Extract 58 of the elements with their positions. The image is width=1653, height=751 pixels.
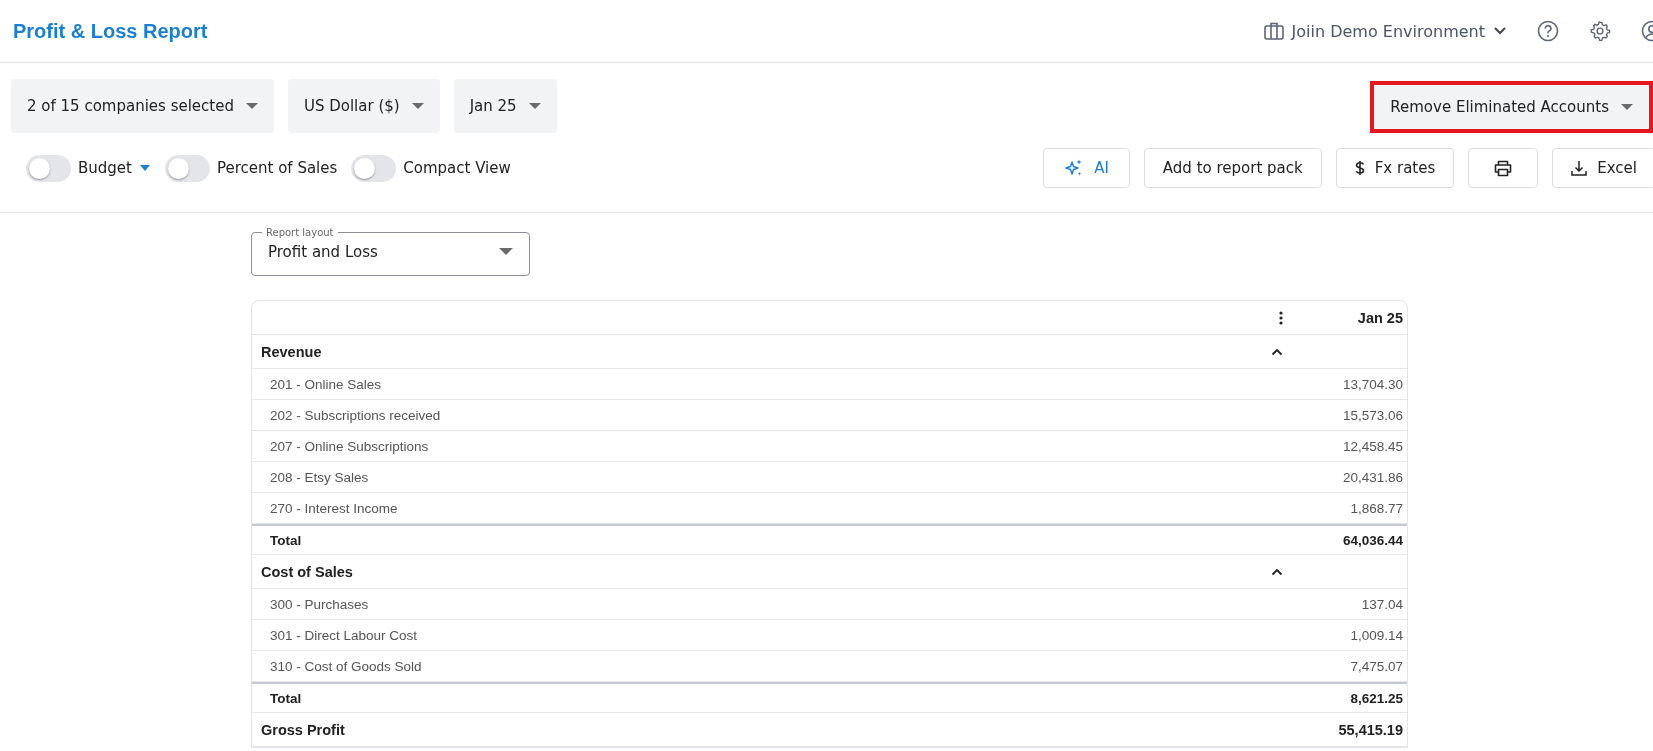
printer-icon: [1494, 159, 1513, 177]
excel-download-button[interactable]: Excel: [1552, 148, 1653, 188]
total-label: Total: [269, 532, 303, 548]
field-value: Profit and Loss: [268, 242, 378, 261]
account-name: 270 - Interest Income: [269, 500, 399, 516]
chevron-up-icon[interactable]: [1271, 347, 1283, 356]
summary-label: Gross Profit: [261, 721, 346, 738]
section-title: Revenue: [261, 343, 323, 360]
account-name: 301 - Direct Labour Cost: [269, 627, 419, 643]
more-options-icon[interactable]: [1279, 310, 1283, 325]
account-name: 202 - Subscriptions received: [269, 407, 442, 423]
help-icon[interactable]: [1537, 20, 1559, 42]
dollar-icon: [1354, 160, 1365, 176]
amount-cell-text: 13,704.30: [1341, 376, 1403, 392]
account-name: 300 - Purchases: [269, 596, 370, 612]
account-name: 207 - Online Subscriptions: [269, 438, 430, 454]
caret-icon: [499, 248, 513, 255]
summary-amount: 55,415.19: [1337, 721, 1403, 738]
toggle-label: Percent of Sales: [216, 159, 338, 177]
amount-cell-text: 15,573.06: [1341, 407, 1403, 423]
amount-cell-text: 20,431.86: [1341, 469, 1403, 485]
total-amount: 8,621.25: [1349, 690, 1403, 706]
chevron-down-icon: [1493, 26, 1507, 36]
total-label: Total: [269, 690, 303, 706]
column-header: Jan 25: [1356, 309, 1403, 326]
report-layout-dropdown[interactable]: Report layout Profit and Loss: [251, 227, 530, 276]
chevron-up-icon[interactable]: [1271, 567, 1283, 576]
toggle-label: Budget: [78, 159, 132, 177]
settings-icon[interactable]: [1589, 20, 1611, 42]
amount-cell-text: 1,868.77: [1349, 500, 1403, 516]
amount-cell-text: 12,458.45: [1341, 438, 1403, 454]
total-amount: 64,036.44: [1341, 532, 1403, 548]
filter-dropdown[interactable]: 2 of 15 companies selected: [11, 79, 274, 133]
toggle-switch[interactable]: [26, 154, 71, 182]
print-button[interactable]: [1468, 148, 1539, 188]
elimination-dropdown[interactable]: Remove Eliminated Accounts: [1370, 81, 1653, 133]
account-name: 208 - Etsy Sales: [269, 469, 370, 485]
amount-cell-text: 137.04: [1360, 596, 1403, 612]
filter-dropdown[interactable]: Jan 25: [453, 79, 557, 133]
toggle-label: Compact View: [403, 159, 511, 177]
fx-rates-button[interactable]: Fx rates: [1335, 148, 1455, 188]
download-icon: [1571, 160, 1588, 176]
field-label: Report layout: [265, 227, 335, 238]
amount-cell-text: 1,009.14: [1349, 627, 1403, 643]
amount-cell-text: 7,475.07: [1349, 658, 1403, 674]
environment-selector[interactable]: Joiin Demo Environment: [1263, 21, 1507, 41]
briefcase-icon: [1263, 22, 1284, 40]
caret-icon[interactable]: [138, 164, 151, 172]
account-name: 310 - Cost of Goods Sold: [269, 658, 423, 674]
filter-dropdown[interactable]: US Dollar ($): [287, 79, 440, 133]
environment-name: Joiin Demo Environment: [1291, 21, 1485, 41]
account-name: 201 - Online Sales: [269, 376, 383, 392]
add-to-report-pack-button[interactable]: Add to report pack: [1143, 148, 1322, 188]
toggle-switch[interactable]: [164, 154, 210, 182]
section-title: Cost of Sales: [261, 563, 354, 580]
page-title: Profit & Loss Report: [13, 19, 208, 43]
toggle-switch[interactable]: [351, 154, 397, 182]
ai-button[interactable]: AI: [1043, 148, 1130, 188]
